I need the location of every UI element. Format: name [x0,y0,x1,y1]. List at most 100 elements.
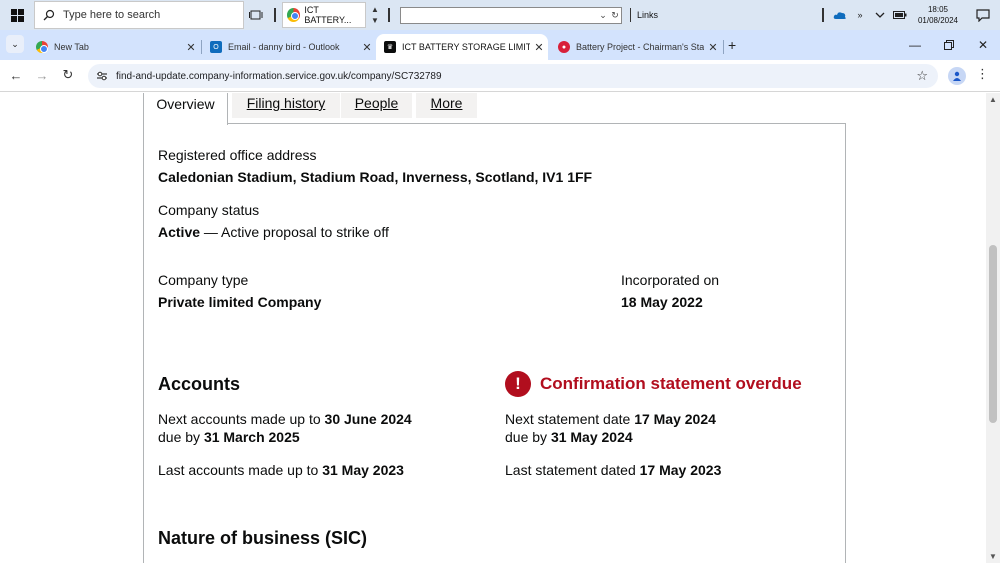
chrome-icon [287,8,301,22]
registered-office-value: Caledonian Stadium, Stadium Road, Invern… [158,169,593,185]
tab-label: Email - danny bird - Outlook [228,42,340,52]
taskbar-scroll-arrows[interactable]: ▲ ▼ [368,4,382,26]
tab-more[interactable]: More [416,93,477,118]
nature-of-business-heading: Nature of business (SIC) [158,528,368,548]
document-favicon-icon: ● [558,41,570,53]
links-toolbar-label[interactable]: Links [637,10,658,20]
scroll-up-icon[interactable]: ▲ [989,95,997,104]
taskbar-separator [822,8,824,22]
new-tab-plus-icon[interactable]: + [728,37,736,53]
accounts-due-date: 31 March 2025 [203,429,300,445]
scrollbar-thumb[interactable] [989,245,997,423]
restore-icon[interactable] [932,30,966,60]
accounts-last-line: Last accounts made up to 31 May 2023 [158,462,404,478]
clock-time: 18:05 [927,5,949,14]
accounts-next-date: 30 June 2024 [324,411,412,427]
chevron-down-icon[interactable]: ▼ [371,15,379,26]
confirmation-last-date: 17 May 2023 [639,462,722,478]
incorporated-value: 18 May 2022 [621,294,703,310]
chevron-up-icon[interactable]: ▲ [371,4,379,15]
taskbar-app-label: ICT BATTERY... [304,5,352,25]
scroll-down-icon[interactable]: ▼ [989,552,997,561]
system-clock[interactable]: 18:05 01/08/2024 [910,4,966,26]
confirmation-next-prefix: Next statement date [505,411,635,427]
search-icon [43,9,55,21]
company-type-value: Private limited Company [158,294,322,310]
tab-battery-project[interactable]: ● Battery Project - Chairman's Sta ✕ [550,34,722,60]
confirmation-next-date: 17 May 2024 [634,411,716,427]
confirmation-last-prefix: Last statement dated [505,462,640,478]
company-type-label: Company type [158,272,249,288]
panel-top-border [228,123,846,124]
confirmation-next-line: Next statement date 17 May 2024 [505,411,716,427]
registered-office-label: Registered office address [158,147,317,163]
crown-favicon-icon: ♛ [384,41,396,53]
show-hidden-icons-icon[interactable] [870,0,890,30]
task-view-icon[interactable] [244,0,268,30]
notification-center-icon[interactable] [966,0,1000,30]
outlook-icon: O [210,41,222,53]
system-tray: » 18:05 01/08/2024 [816,0,1000,30]
accounts-due-line: due by 31 March 2025 [158,429,300,445]
company-status-detail: — Active proposal to strike off [200,224,389,240]
profile-avatar-icon[interactable] [948,67,966,85]
start-button[interactable] [0,0,34,30]
tab-people[interactable]: People [341,93,412,118]
tab-ict-battery-storage[interactable]: ♛ ICT BATTERY STORAGE LIMITED ✕ [376,34,548,60]
accounts-next-line: Next accounts made up to 30 June 2024 [158,411,412,427]
dropdown-arrow-icon[interactable]: ⌄ [597,10,609,21]
incorporated-label: Incorporated on [621,272,720,288]
company-status-line: Active — Active proposal to strike off [158,224,389,240]
close-window-icon[interactable]: ✕ [966,30,1000,60]
minimize-icon[interactable]: — [898,30,932,60]
tab-new-tab[interactable]: New Tab ✕ [28,34,200,60]
onedrive-icon[interactable] [830,0,850,30]
accounts-next-prefix: Next accounts made up to [158,411,325,427]
windows-taskbar: Type here to search ICT BATTERY... ▲ ▼ ⌄… [0,0,1000,30]
tab-outlook[interactable]: O Email - danny bird - Outlook ✕ [202,34,376,60]
accounts-heading: Accounts [158,374,241,394]
taskbar-chrome-app[interactable]: ICT BATTERY... [282,2,366,28]
browser-tab-strip: ⌄ New Tab ✕ O Email - danny bird - Outlo… [0,30,1000,60]
confirmation-due-date: 31 May 2024 [550,429,633,445]
warning-icon: ! [505,371,531,397]
tab-search-icon[interactable]: ⌄ [6,35,24,53]
confirmation-overdue-heading: Confirmation statement overdue [540,374,802,393]
close-icon[interactable]: ✕ [530,41,548,54]
taskbar-search-box[interactable]: Type here to search [34,1,244,29]
confirmation-due-prefix: due by [505,429,551,445]
back-arrow-icon[interactable]: ← [6,65,26,85]
address-bar[interactable]: find-and-update.company-information.serv… [88,64,938,88]
vertical-scrollbar[interactable]: ▲ ▼ [986,93,1000,563]
reload-icon[interactable]: ↻ [58,65,78,85]
site-info-icon[interactable] [94,68,110,84]
more-menu-icon[interactable]: ⋮ [976,66,989,82]
confirmation-due-line: due by 31 May 2024 [505,429,633,445]
url-text[interactable]: find-and-update.company-information.serv… [116,71,442,82]
close-icon[interactable]: ✕ [358,41,376,54]
taskbar-separator [274,8,276,22]
refresh-icon[interactable]: ↻ [609,10,621,21]
taskbar-address-toolbar[interactable]: ⌄ ↻ [400,6,622,24]
window-controls: — ✕ [898,30,1000,60]
bookmark-star-icon[interactable]: ☆ [916,68,928,84]
forward-arrow-icon[interactable]: → [32,65,52,85]
battery-icon[interactable] [890,0,910,30]
tab-overview[interactable]: Overview [143,93,228,125]
taskbar-separator [630,8,631,22]
company-status-label: Company status [158,202,260,218]
tab-filing-history[interactable]: Filing history [232,93,340,118]
confirmation-last-line: Last statement dated 17 May 2023 [505,462,721,478]
page-viewport: Overview Filing history People More Regi… [0,93,986,563]
tab-label: Battery Project - Chairman's Sta [576,42,704,52]
windows-logo-icon [10,8,24,22]
clock-date: 01/08/2024 [917,16,959,25]
more-toolbars-icon[interactable]: » [850,0,870,30]
overview-panel [143,123,846,563]
taskbar-separator [388,8,390,22]
close-icon[interactable]: ✕ [182,41,200,54]
accounts-last-prefix: Last accounts made up to [158,462,323,478]
company-status-value: Active [158,224,201,240]
close-icon[interactable]: ✕ [704,41,722,54]
browser-toolbar: ← → ↻ find-and-update.company-informatio… [0,60,1000,92]
